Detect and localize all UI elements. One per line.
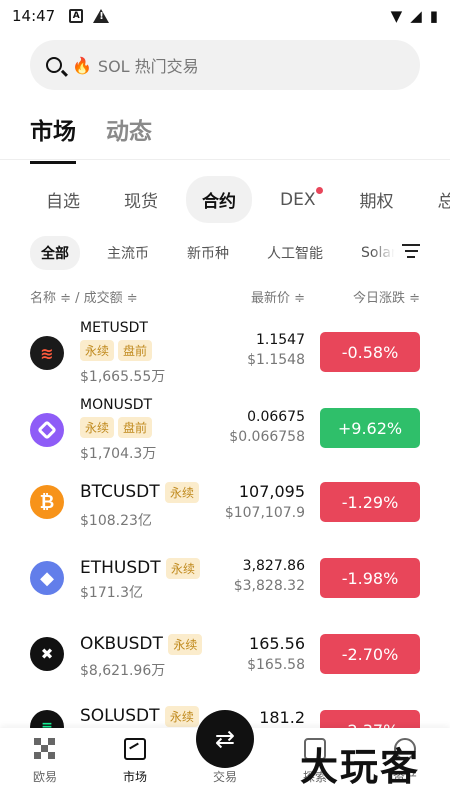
- price-cell: 165.56 $165.58: [247, 634, 305, 673]
- subtab-dex-label: DEX: [280, 189, 316, 210]
- symbol-line: SOLUSDT 永续: [80, 706, 203, 727]
- btc-logo-icon: ₿: [30, 485, 64, 519]
- tab-market[interactable]: 市场: [30, 112, 76, 164]
- tag-perpetual: 永续: [80, 340, 115, 361]
- subtab-options[interactable]: 期权: [343, 176, 409, 223]
- tab-feed[interactable]: 动态: [106, 112, 152, 156]
- search-placeholder: SOL 热门交易: [97, 57, 199, 76]
- status-time: 14:47: [12, 7, 56, 25]
- chip-ai[interactable]: 人工智能: [256, 236, 334, 270]
- col-name-volume[interactable]: 名称 ≑ / 成交额 ≑: [30, 287, 138, 306]
- symbol-line: OKBUSDT 永续: [80, 634, 206, 655]
- symbol-line: BTCUSDT 永续: [80, 482, 203, 503]
- nav-market[interactable]: 市场: [90, 728, 180, 800]
- usd-price: $107,107.9: [224, 505, 305, 521]
- col-change[interactable]: 今日涨跌 ≑: [353, 287, 420, 306]
- subtab-favorites[interactable]: 自选: [30, 176, 96, 223]
- col-price[interactable]: 最新价 ≑: [251, 287, 305, 306]
- last-price: 3,827.86: [242, 558, 305, 574]
- volume: $8,621.96万: [80, 663, 166, 679]
- sub-tabs: 自选 现货 合约 DEX 期权 总览: [30, 176, 450, 223]
- table-row[interactable]: ₿ BTCUSDT 永续 $108.23亿 107,095 $107,107.9…: [30, 480, 420, 552]
- symbol: BTCUSDT: [80, 482, 160, 502]
- price-cell: 3,827.86 $3,828.32: [234, 558, 305, 594]
- subtab-overview[interactable]: 总览: [421, 176, 450, 223]
- usd-price: $0.066758: [229, 429, 305, 445]
- nav-market-label: 市场: [122, 770, 147, 784]
- price-cell: 1.1547 $1.1548: [247, 332, 305, 368]
- table-row[interactable]: MONUSDT 永续 盘前 $1,704.3万 0.06675 $0.066758…: [30, 395, 420, 467]
- eth-logo-icon: ◆: [30, 561, 64, 595]
- tag-perpetual: 永续: [166, 558, 201, 579]
- search-bar[interactable]: 🔥 SOL 热门交易: [30, 40, 420, 90]
- last-price: 165.56: [249, 634, 305, 653]
- watermark: 大玩客: [300, 744, 421, 789]
- last-price: 107,095: [238, 482, 305, 501]
- okb-logo-icon: ✖: [30, 637, 64, 671]
- subtab-dex[interactable]: DEX: [264, 179, 331, 221]
- met-logo-icon: ≋: [30, 336, 64, 370]
- volume: $1,665.55万: [80, 369, 166, 385]
- filter-icon[interactable]: [402, 244, 420, 262]
- symbol: METUSDT: [80, 320, 148, 336]
- warning-icon: [93, 9, 110, 23]
- table-row[interactable]: ≋ METUSDT 永续 盘前 $1,665.55万 1.1547 $1.1548…: [30, 318, 420, 390]
- notification-a-icon: A: [69, 9, 84, 23]
- symbol: OKBUSDT: [80, 634, 163, 654]
- chip-new[interactable]: 新币种: [176, 236, 240, 270]
- top-tabs: 市场 动态: [30, 112, 152, 164]
- nav-okx[interactable]: 欧易: [0, 728, 90, 800]
- tag-perpetual: 永续: [168, 634, 203, 655]
- symbol: SOLUSDT: [80, 706, 160, 726]
- usd-price: $1.1548: [247, 352, 305, 368]
- table-row[interactable]: ✖ OKBUSDT 永续 $8,621.96万 165.56 $165.58 -…: [30, 632, 420, 704]
- swap-arrows-icon: ⇄: [214, 725, 236, 753]
- change-badge[interactable]: -0.58%: [320, 332, 420, 372]
- tag-premarket: 盘前: [118, 417, 153, 438]
- okx-logo-icon: [34, 738, 56, 760]
- divider: [0, 159, 450, 160]
- change-badge[interactable]: -2.70%: [320, 634, 420, 674]
- volume: $108.23亿: [80, 513, 152, 529]
- chip-major[interactable]: 主流币: [96, 236, 160, 270]
- tag-perpetual: 永续: [165, 482, 200, 503]
- chart-icon: [124, 738, 146, 760]
- nav-okx-label: 欧易: [32, 770, 57, 784]
- notification-dot: [316, 186, 324, 194]
- mon-logo-icon: [30, 413, 64, 447]
- chip-all[interactable]: 全部: [30, 236, 80, 270]
- fire-icon: 🔥: [72, 55, 92, 75]
- battery-icon: ▮: [429, 7, 438, 25]
- usd-price: $165.58: [247, 657, 305, 673]
- symbol: MONUSDT: [80, 397, 153, 413]
- tag-perpetual: 永续: [80, 417, 115, 438]
- trade-button[interactable]: ⇄: [196, 710, 254, 768]
- price-cell: 107,095 $107,107.9: [225, 482, 305, 521]
- table-row[interactable]: ◆ ETHUSDT 永续 $171.3亿 3,827.86 $3,828.32 …: [30, 556, 420, 628]
- price-cell: 0.06675 $0.066758: [229, 409, 305, 445]
- last-price: 181.2: [259, 708, 305, 727]
- symbol-line: ETHUSDT 永续: [80, 558, 204, 579]
- price-cell: 181.2: [259, 708, 305, 727]
- tags: 永续 盘前: [80, 340, 156, 361]
- subtab-futures[interactable]: 合约: [186, 176, 252, 223]
- volume: $171.3亿: [80, 585, 143, 601]
- wifi-icon: ▼: [390, 7, 403, 25]
- change-badge[interactable]: -1.29%: [320, 482, 420, 522]
- change-badge[interactable]: -1.98%: [320, 558, 420, 598]
- search-icon: [46, 57, 62, 73]
- last-price: 0.06675: [247, 409, 305, 425]
- volume: $1,704.3万: [80, 446, 157, 462]
- tag-premarket: 盘前: [118, 340, 153, 361]
- symbol: ETHUSDT: [80, 558, 161, 578]
- nav-trade-label: 交易: [212, 770, 237, 784]
- change-badge[interactable]: +9.62%: [320, 408, 420, 448]
- tags: 永续 盘前: [80, 417, 156, 438]
- last-price: 1.1547: [256, 332, 305, 348]
- tag-perpetual: 永续: [164, 706, 199, 727]
- signal-icon: ◢: [410, 7, 422, 25]
- usd-price: $3,828.32: [233, 578, 305, 594]
- status-bar: 14:47 A ▼ ◢ ▮: [0, 0, 450, 32]
- subtab-spot[interactable]: 现货: [108, 176, 174, 223]
